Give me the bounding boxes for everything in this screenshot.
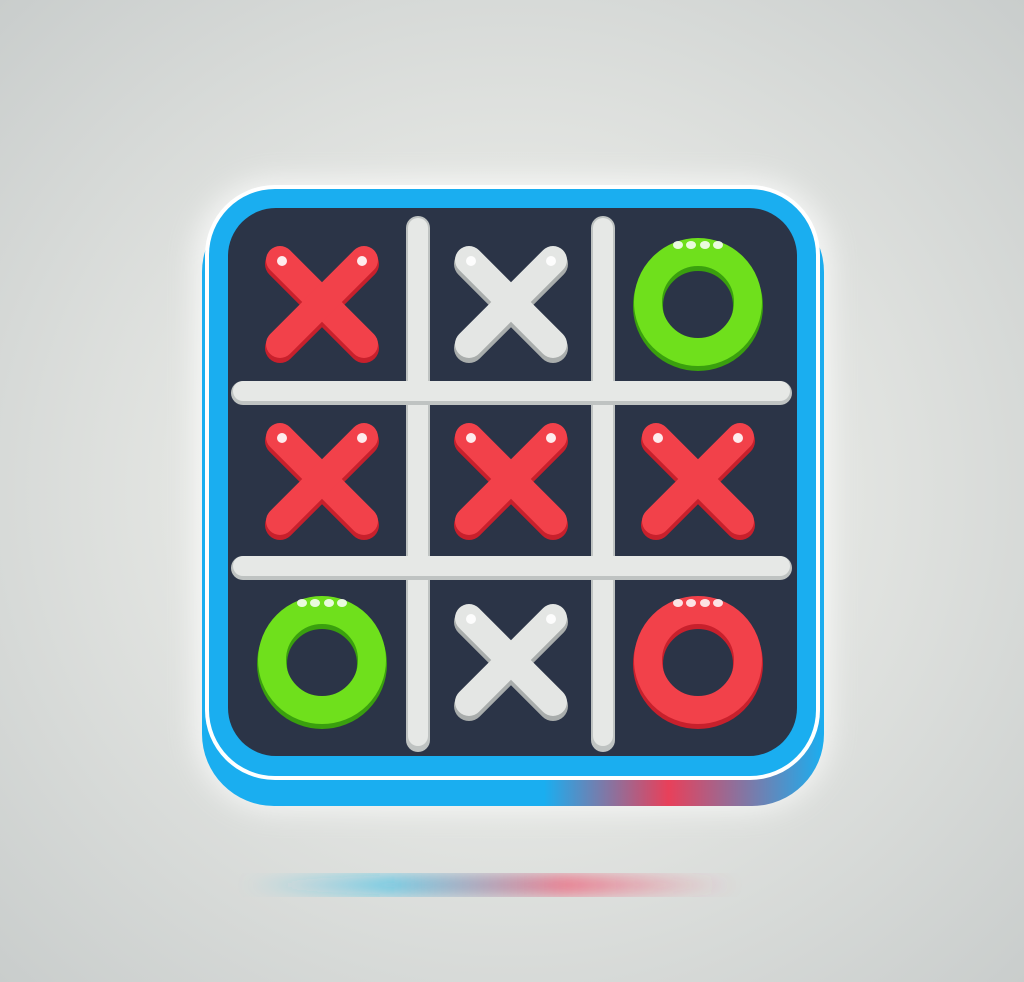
- floor-shadow: [240, 875, 740, 895]
- tic-tac-toe-app-icon: [195, 180, 830, 895]
